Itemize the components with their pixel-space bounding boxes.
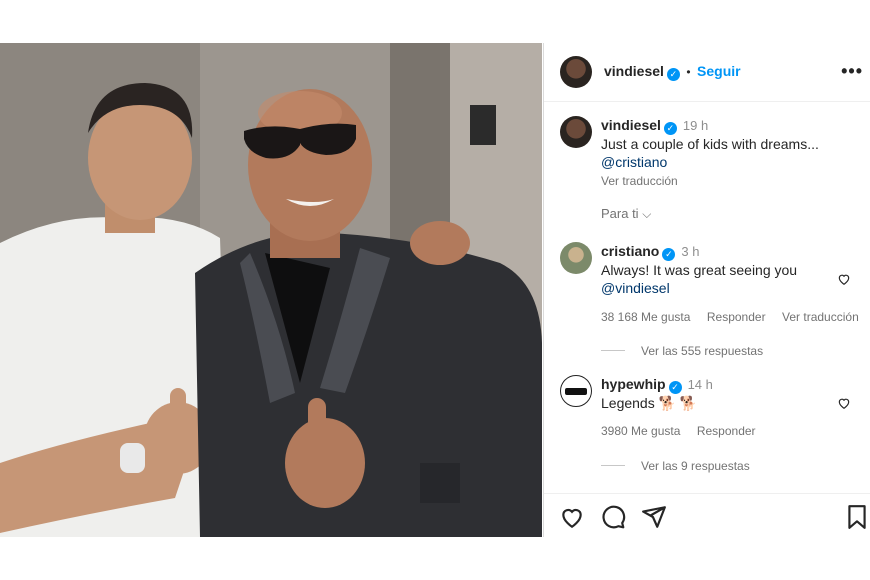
reply-button[interactable]: Responder [697,424,756,438]
reply-button[interactable]: Responder [707,310,766,324]
more-dots-icon[interactable]: ••• [841,61,863,82]
post-header: vindiesel ✓ • Seguir ••• [544,43,870,102]
comment-meta: 38 168 Me gusta Responder Ver traducción [601,308,859,326]
header-separator: • [686,65,691,79]
view-replies[interactable]: Ver las 9 respuestas [601,457,750,475]
view-replies-label: Ver las 9 respuestas [641,459,750,473]
post-photo[interactable] [0,43,542,537]
comment-meta: 3980 Me gusta Responder [601,422,756,440]
verified-badge-icon: ✓ [666,68,680,81]
share-icon[interactable] [641,504,667,530]
action-bar [544,493,870,538]
replies-divider [601,465,625,467]
comment-avatar[interactable] [560,375,592,407]
comment-translate[interactable]: Ver traducción [782,310,859,324]
comment-username[interactable]: hypewhip [601,376,666,392]
for-you-label: Para ti [601,206,639,221]
comment-likes[interactable]: 38 168 Me gusta [601,310,690,324]
caption-time[interactable]: 19 h [683,118,708,133]
replies-divider [601,350,625,352]
comment-username[interactable]: cristiano [601,243,659,259]
caption-avatar[interactable] [560,116,592,148]
comment-text: Legends 🐕 🐕 [601,395,698,411]
heart-icon[interactable] [837,396,851,410]
heart-icon[interactable] [559,504,585,530]
header-info: vindiesel ✓ • Seguir [604,63,741,81]
verified-badge-icon: ✓ [662,248,676,261]
caption: vindiesel ✓ 19 h Just a couple of kids wit… [601,116,856,190]
comment-likes[interactable]: 3980 Me gusta [601,424,680,438]
author-avatar[interactable] [560,56,592,88]
comment-avatar[interactable] [560,242,592,274]
verified-badge-icon: ✓ [663,122,677,135]
chevron-down-icon: ⌵ [642,207,652,221]
caption-mention[interactable]: @cristiano [601,153,856,171]
photo-illustration [0,43,542,537]
author-username[interactable]: vindiesel [604,63,664,79]
caption-text: Just a couple of kids with dreams... [601,136,819,152]
comment-text: Always! It was great seeing you [601,262,798,278]
caption-translate[interactable]: Ver traducción [601,172,856,190]
verified-badge-icon: ✓ [668,381,682,394]
heart-icon[interactable] [837,272,851,286]
comment-time[interactable]: 3 h [681,244,699,259]
for-you-filter[interactable]: Para ti ⌵ [601,206,651,222]
view-replies-label: Ver las 555 respuestas [641,344,764,358]
comment: hypewhip ✓ 14 h Legends 🐕 🐕 [601,375,841,412]
view-replies[interactable]: Ver las 555 respuestas [601,342,763,360]
bookmark-icon[interactable] [844,504,870,530]
post-side-panel: vindiesel ✓ • Seguir ••• vindiesel ✓ 19 h J… [543,43,870,537]
comment: cristiano ✓ 3 h Always! It was great seein… [601,242,841,297]
comment-icon[interactable] [600,504,626,530]
comment-mention[interactable]: @vindiesel [601,279,841,297]
comment-time[interactable]: 14 h [688,377,713,392]
caption-username[interactable]: vindiesel [601,117,661,133]
follow-button[interactable]: Seguir [697,63,741,79]
